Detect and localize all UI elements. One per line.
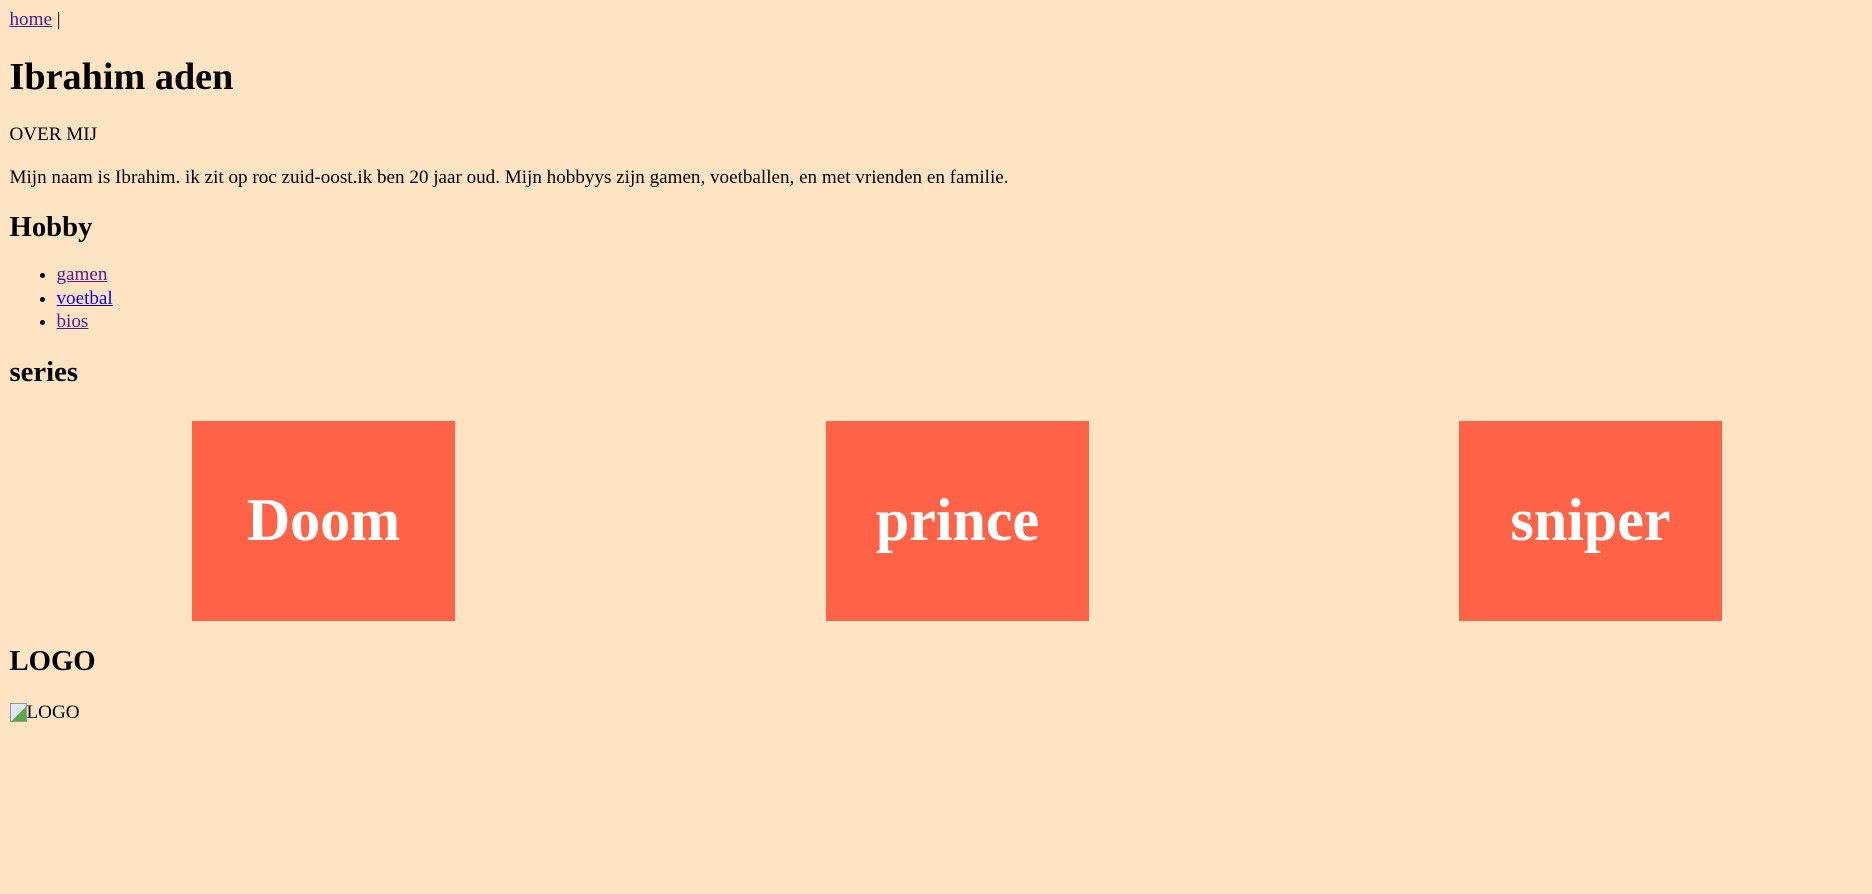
hobby-list: gamen voetbal bios (10, 263, 1863, 334)
nav-separator: | (56, 9, 61, 30)
about-text: Mijn naam is Ibrahim. ik zit op roc zuid… (9, 167, 1009, 188)
series-card-sniper: sniper (1459, 420, 1722, 621)
list-item: voetbal (57, 287, 1863, 311)
broken-image-icon (9, 703, 27, 722)
series-cards: Doom prince sniper (10, 420, 1863, 621)
hobby-link-bios[interactable]: bios (57, 311, 89, 332)
series-card-prince: prince (826, 420, 1089, 621)
page-title: Ibrahim aden (9, 56, 234, 98)
logo-image: LOGO (9, 701, 1863, 724)
about-heading: OVER MIJ (9, 124, 98, 145)
hobby-link-voetbal[interactable]: voetbal (57, 288, 113, 309)
hobby-heading: Hobby (9, 211, 93, 243)
series-card-doom: Doom (192, 420, 455, 621)
home-link[interactable]: home (10, 9, 52, 30)
logo-heading: LOGO (9, 644, 96, 677)
list-item: bios (57, 310, 1863, 334)
top-nav: home | (10, 9, 1863, 31)
series-heading: series (9, 355, 79, 388)
logo-alt-text: LOGO (26, 701, 80, 723)
hobby-link-gamen[interactable]: gamen (57, 264, 108, 285)
list-item: gamen (57, 263, 1863, 287)
